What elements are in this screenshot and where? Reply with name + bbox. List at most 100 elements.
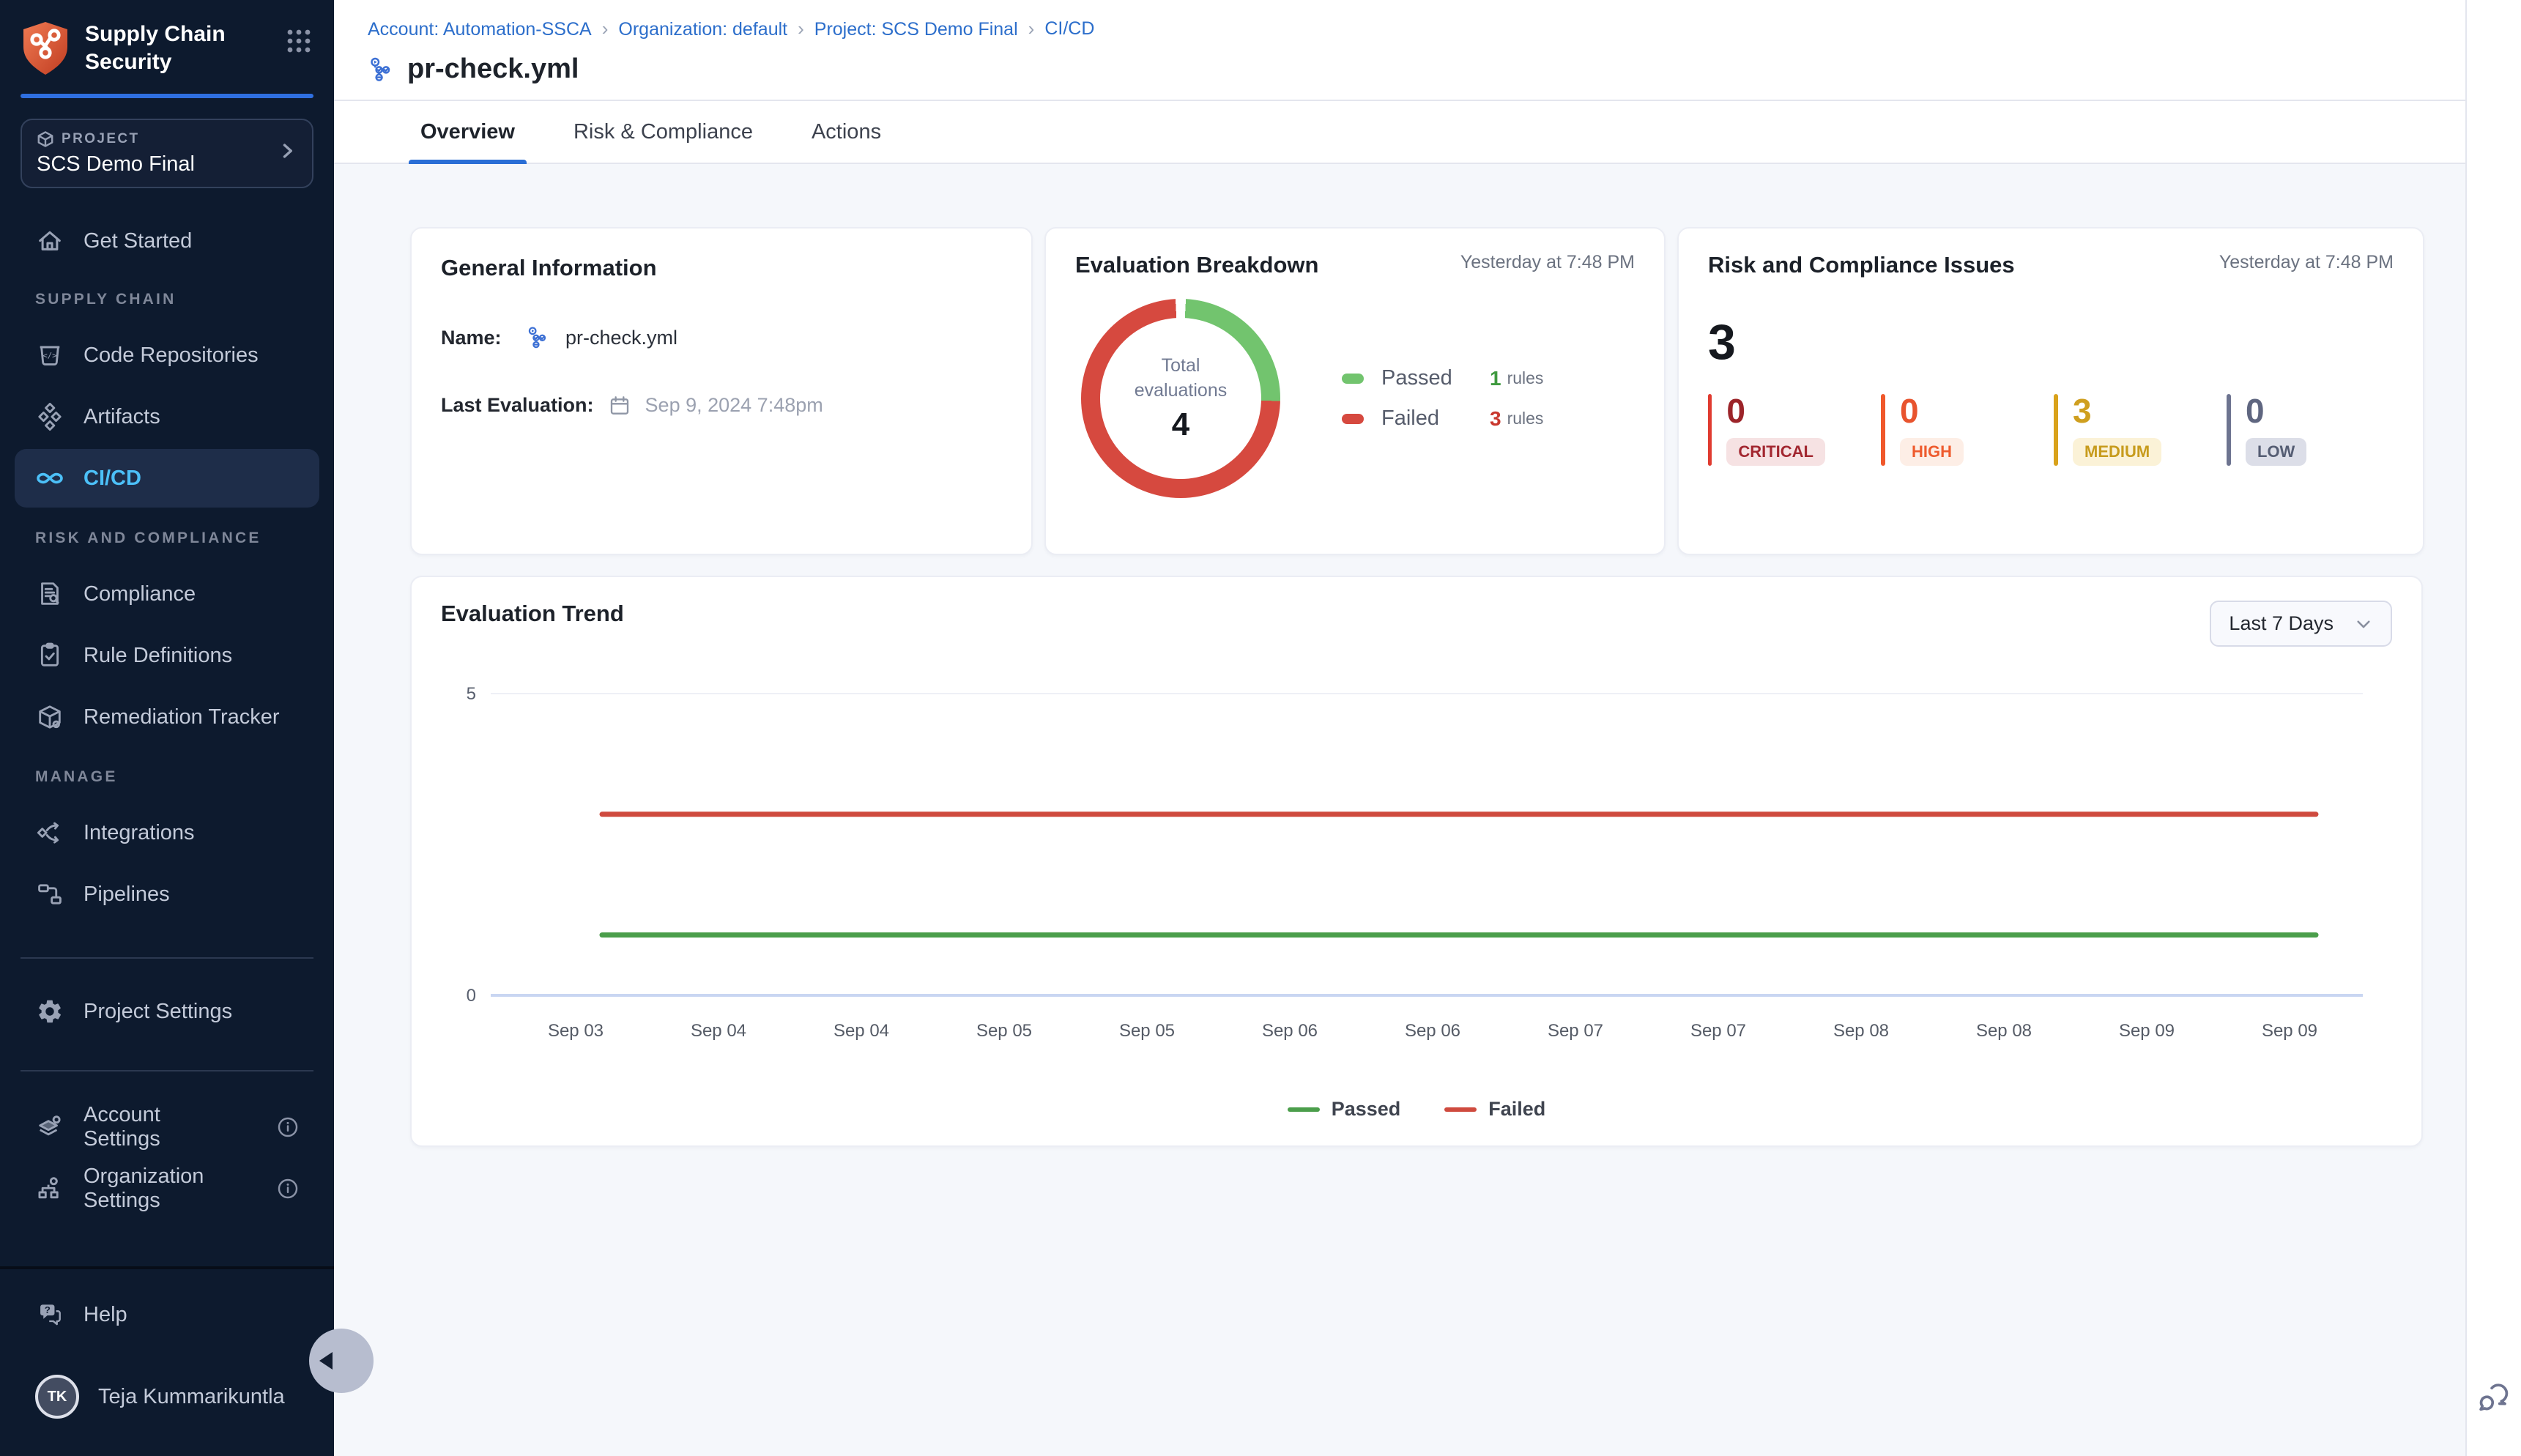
svg-text:Sep 09: Sep 09 [2119,1021,2175,1041]
svg-text:Sep 04: Sep 04 [833,1021,889,1041]
sidebar-item-remediation-tracker[interactable]: Remediation Tracker [15,688,319,746]
sidebar-nav: Get Started SUPPLY CHAIN </> Code Reposi… [0,188,334,1456]
sidebar-item-label: Organization Settings [83,1165,239,1213]
severity-high: 0 HIGH [1881,394,1998,466]
sidebar-item-cicd[interactable]: CI/CD [15,449,319,508]
tab-bar: Overview Risk & Compliance Actions [334,100,2467,164]
artifacts-icon [35,402,64,431]
general-information-card: General Information Name: pr-check.yml [410,227,1033,555]
card-title: Evaluation Breakdown [1075,252,1318,278]
sidebar-collapse-handle[interactable] [309,1329,374,1393]
sidebar-item-label: Pipelines [83,883,170,907]
sidebar-item-label: Rule Definitions [83,644,232,668]
chevron-right-icon [277,140,297,167]
cicd-infinity-icon [35,464,64,493]
rule-definitions-icon [35,641,64,670]
breadcrumb-cicd-link[interactable]: CI/CD [1044,18,1094,40]
high-badge: HIGH [1900,438,1964,466]
module-grid-icon[interactable] [284,26,313,62]
svg-text:Sep 07: Sep 07 [1548,1021,1603,1041]
sidebar-item-label: Compliance [83,582,196,606]
svg-text:</>: </> [42,351,56,360]
avatar: TK [35,1375,79,1419]
page-header: Account: Automation-SSCA Organization: d… [334,0,2467,100]
project-name: SCS Demo Final [37,152,277,177]
sidebar-item-label: Artifacts [83,405,160,429]
svg-text:Sep 07: Sep 07 [1690,1021,1746,1041]
trend-legend: Passed Failed [441,1098,2392,1121]
severity-low: 0 LOW [2227,394,2344,466]
medium-badge: MEDIUM [2073,438,2161,466]
trend-legend-failed: Failed [1488,1098,1545,1121]
donut-center-label: Total evaluations [1118,354,1244,404]
severity-critical: 0 CRITICAL [1708,394,1825,466]
sidebar-item-account-settings[interactable]: Account Settings [15,1098,319,1156]
sidebar-item-code-repositories[interactable]: </> Code Repositories [15,326,319,385]
svg-text:Sep 08: Sep 08 [1833,1021,1889,1041]
time-range-dropdown[interactable]: Last 7 Days [2210,601,2392,647]
sidebar-item-label: Get Started [83,229,192,253]
passed-line-marker-icon [1288,1107,1320,1112]
high-count: 0 [1900,394,1964,428]
project-selector[interactable]: PROJECT SCS Demo Final [21,119,313,188]
svg-text:Sep 08: Sep 08 [1976,1021,2032,1041]
sidebar-item-artifacts[interactable]: Artifacts [15,387,319,446]
severity-bar [1881,394,1885,466]
svg-text:0: 0 [467,986,476,1006]
gear-icon [35,997,64,1026]
sidebar-item-compliance[interactable]: Compliance [15,565,319,623]
risk-and-compliance-card: Risk and Compliance Issues Yesterday at … [1677,227,2424,555]
project-cube-icon [37,130,54,148]
user-menu[interactable]: TK Teja Kummarikuntla [15,1367,319,1426]
sidebar-item-help[interactable]: ? Help [15,1285,319,1344]
severity-bar [2054,394,2058,466]
sidebar-item-project-settings[interactable]: Project Settings [15,982,319,1041]
sidebar-item-rule-definitions[interactable]: Rule Definitions [15,626,319,685]
evaluation-breakdown-card: Evaluation Breakdown Yesterday at 7:48 P… [1044,227,1666,555]
info-icon[interactable] [277,1178,299,1200]
donut-center-value: 4 [1172,406,1189,443]
svg-text:Sep 06: Sep 06 [1405,1021,1460,1041]
app-window: Supply Chain Security PROJECT [0,0,2521,1456]
time-range-value: Last 7 Days [2229,612,2333,635]
organization-settings-icon [35,1174,64,1203]
page-title: pr-check.yml [407,53,579,85]
svg-text:Sep 05: Sep 05 [1119,1021,1175,1041]
svg-text:Sep 09: Sep 09 [2262,1021,2317,1041]
breadcrumb-organization-link[interactable]: Organization: default [618,18,814,40]
sidebar-item-pipelines[interactable]: Pipelines [15,865,319,924]
evaluation-trend-card: Evaluation Trend Last 7 Days 50Sep 03Sep… [410,576,2423,1147]
svg-text:?: ? [45,1304,51,1315]
sidebar-item-integrations[interactable]: Integrations [15,803,319,862]
card-title: General Information [441,255,1002,281]
supply-chain-security-logo-icon [21,21,70,76]
sidebar-accent-divider [21,94,313,98]
page-content: General Information Name: pr-check.yml [334,164,2467,1456]
sidebar: Supply Chain Security PROJECT [0,0,334,1456]
pipeline-icon [526,325,551,350]
chat-bubbles-icon[interactable] [2476,1380,2514,1424]
evaluation-legend: Passed 1 rules Failed 3 rules [1342,350,1635,447]
severity-medium: 3 MEDIUM [2054,394,2171,466]
passed-marker-icon [1342,374,1364,384]
failed-unit: rules [1507,409,1544,428]
trend-legend-passed: Passed [1332,1098,1401,1121]
sidebar-item-get-started[interactable]: Get Started [15,212,319,270]
breadcrumb-project-link[interactable]: Project: SCS Demo Final [814,18,1045,40]
tab-overview[interactable]: Overview [409,101,527,163]
tab-risk-and-compliance[interactable]: Risk & Compliance [562,101,765,163]
card-timestamp: Yesterday at 7:48 PM [2219,252,2394,273]
medium-count: 3 [2073,394,2161,428]
card-timestamp: Yesterday at 7:48 PM [1460,252,1635,273]
last-evaluation-label: Last Evaluation: [441,394,594,417]
breadcrumb-account-link[interactable]: Account: Automation-SSCA [368,18,618,40]
tab-actions[interactable]: Actions [800,101,893,163]
sidebar-item-organization-settings[interactable]: Organization Settings [15,1159,319,1218]
info-icon[interactable] [277,1116,299,1138]
svg-text:Sep 06: Sep 06 [1262,1021,1318,1041]
user-name: Teja Kummarikuntla [98,1385,285,1409]
passed-count: 1 [1490,367,1501,390]
app-title: Supply Chain Security [85,21,284,75]
total-issues-count: 3 [1708,313,2394,371]
svg-text:Sep 03: Sep 03 [548,1021,604,1041]
